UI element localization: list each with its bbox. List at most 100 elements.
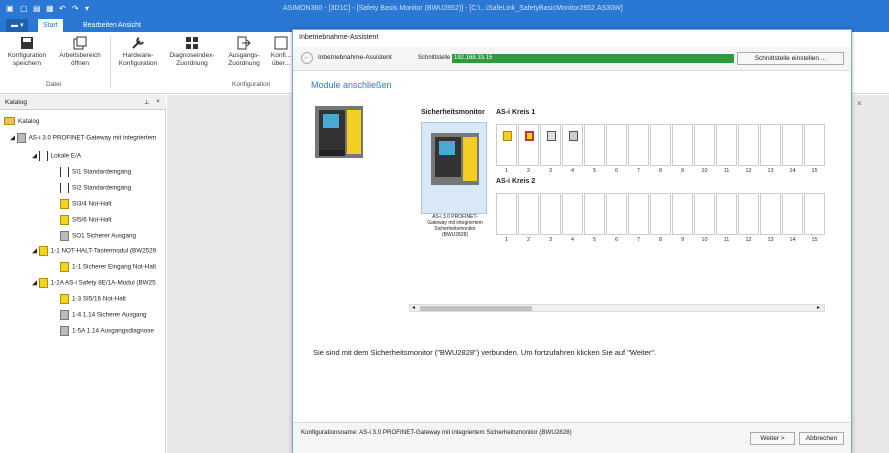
- tab-ansicht[interactable]: Ansicht: [113, 19, 146, 32]
- slot-kreis2-14[interactable]: [782, 193, 803, 235]
- slot-kreis2-11[interactable]: [716, 193, 737, 235]
- transfer-icon: [274, 36, 288, 50]
- switch-icon: [38, 151, 48, 161]
- output-mapping-button[interactable]: Ausgangs-Zuordnung: [222, 36, 266, 68]
- slot-kreis2-7[interactable]: [628, 193, 649, 235]
- slot-kreis1-11[interactable]: [716, 124, 737, 166]
- dialog-footer: Konfigurationsname: AS-i 3.0 PROFINET-Ga…: [293, 422, 851, 453]
- section-heading: Module anschließen: [311, 80, 392, 90]
- redo-icon[interactable]: ↷: [72, 4, 79, 13]
- estop-icon: [525, 131, 534, 141]
- title-bar: ▣ ▢ ▤ ▦ ↶ ↷ ▾ ASIMON360 - [3D1C] - [Safe…: [0, 0, 889, 19]
- interface-field[interactable]: 192.168.33.15: [452, 54, 734, 63]
- slot-number: 8: [658, 237, 663, 243]
- tree-item-si516[interactable]: 1-3 SI5/16 Not-Halt: [60, 294, 126, 305]
- undo-icon[interactable]: ↶: [59, 4, 66, 13]
- slot-kreis2-2[interactable]: [518, 193, 539, 235]
- diagnose-mapping-button[interactable]: Diagnoseindex-Zuordnung: [166, 36, 218, 68]
- slot-kreis2-8[interactable]: [650, 193, 671, 235]
- tree-item-estop-module[interactable]: ◢ 1-1 NOT-HALT-Tastermodul (BW2529: [32, 246, 156, 257]
- monitor-tile[interactable]: [421, 122, 487, 214]
- tree-item-catalog[interactable]: Katalog: [4, 117, 39, 127]
- slot-kreis2-4[interactable]: [562, 193, 583, 235]
- slot-kreis2-10[interactable]: [694, 193, 715, 235]
- tree-item-safe-output[interactable]: 1-4 1.14 Sicherer Ausgang: [60, 310, 147, 321]
- slot-kreis1-9[interactable]: [672, 124, 693, 166]
- slot-kreis1-7[interactable]: [628, 124, 649, 166]
- tree-item-si56[interactable]: SI5/6 Not-Halt: [60, 215, 112, 226]
- app-icon: ▣: [6, 4, 14, 13]
- window-title: ASIMON360 - [3D1C] - [Safety Basis Monit…: [283, 5, 623, 12]
- save-icon[interactable]: ▦: [46, 4, 54, 13]
- config-transfer-button[interactable]: Konfi... über...: [270, 36, 292, 68]
- save-config-button[interactable]: Konfiguration speichern: [4, 36, 50, 68]
- open-workspace-button[interactable]: Arbeitsbereich öffnen: [54, 36, 106, 68]
- export-icon: [237, 36, 251, 50]
- cancel-button[interactable]: Abbrechen: [799, 432, 844, 445]
- monitor-label: Sicherheitsmonitor: [421, 109, 485, 116]
- scroll-left-icon: ◂: [412, 305, 416, 311]
- slot-kreis1-13[interactable]: [760, 124, 781, 166]
- hardware-config-button[interactable]: Hardware-Konfiguration: [114, 36, 162, 68]
- interface-settings-button[interactable]: Schnittstelle einstellen ...: [737, 52, 844, 65]
- slot-number: 1: [504, 237, 509, 243]
- tree-item-so1[interactable]: SO1 Sicherer Ausgang: [60, 231, 136, 242]
- tree-item-si2[interactable]: SI2 Standardeingang: [60, 183, 131, 194]
- slot-number: 8: [658, 168, 663, 174]
- slot-kreis1-5[interactable]: [584, 124, 605, 166]
- dropdown-icon[interactable]: ▾: [85, 4, 89, 13]
- new-icon[interactable]: ▢: [20, 4, 28, 13]
- horizontal-scrollbar[interactable]: ◂ ▸: [409, 304, 825, 312]
- back-icon[interactable]: ←: [301, 52, 313, 64]
- slot-kreis1-6[interactable]: [606, 124, 627, 166]
- slot-kreis1-14[interactable]: [782, 124, 803, 166]
- status-message: Sie sind mit dem Sicherheitsmonitor ("BW…: [313, 348, 657, 357]
- close-icon[interactable]: ×: [156, 98, 160, 105]
- slot-kreis1-10[interactable]: [694, 124, 715, 166]
- slot-kreis1-4[interactable]: [562, 124, 583, 166]
- tab-start[interactable]: Start: [38, 19, 63, 32]
- slot-kreis1-3[interactable]: [540, 124, 561, 166]
- tree-item-safe-input[interactable]: 1-1 Sicherer Eingang Not-Halt: [60, 262, 156, 273]
- slot-kreis2-1[interactable]: [496, 193, 517, 235]
- slot-number: 14: [789, 237, 796, 243]
- slot-number: 7: [636, 237, 641, 243]
- slot-kreis1-1[interactable]: [496, 124, 517, 166]
- slot-number: 11: [723, 237, 730, 243]
- tree-item-si34[interactable]: SI3/4 Not-Halt: [60, 199, 112, 210]
- nav-title: Inbetriebnahme-Assistent: [318, 54, 392, 61]
- slot-kreis1-8[interactable]: [650, 124, 671, 166]
- module-icon: [38, 278, 48, 288]
- slot-kreis1-2[interactable]: [518, 124, 539, 166]
- slot-kreis2-12[interactable]: [738, 193, 759, 235]
- slot-kreis2-6[interactable]: [606, 193, 627, 235]
- file-menu-button[interactable]: ▬ ▾: [6, 19, 29, 32]
- slot-kreis1-15[interactable]: [804, 124, 825, 166]
- slot-kreis2-3[interactable]: [540, 193, 561, 235]
- open-icon[interactable]: ▤: [33, 4, 41, 13]
- slot-kreis2-5[interactable]: [584, 193, 605, 235]
- slot-kreis1-12[interactable]: [738, 124, 759, 166]
- slot-kreis2-9[interactable]: [672, 193, 693, 235]
- slot-number: 3: [548, 168, 553, 174]
- tree-item-safety-module[interactable]: ◢ 1-2A AS-i Safety 8E/1A-Modul (BW25: [32, 278, 156, 289]
- slot-kreis2-13[interactable]: [760, 193, 781, 235]
- slot-number: 7: [636, 168, 641, 174]
- tree-item-local-io[interactable]: ◢ Lokale E/A: [32, 151, 81, 162]
- close-icon[interactable]: ×: [857, 99, 862, 108]
- slot-number: 4: [570, 237, 575, 243]
- output-icon: [60, 231, 69, 241]
- slot-kreis2-15[interactable]: [804, 193, 825, 235]
- slot-number: 10: [701, 168, 708, 174]
- slot-number: 11: [723, 168, 730, 174]
- monitor-caption: AS-i 3.0 PROFINET-Gateway mit integriert…: [427, 214, 483, 238]
- tree-item-output-diag[interactable]: 1-5A 1.14 Ausgangsdiagnose: [60, 326, 154, 337]
- pin-icon[interactable]: ⊥: [144, 98, 150, 106]
- tree-item-gateway[interactable]: ◢ AS-i 3.0 PROFINET-Gateway mit integrie…: [10, 133, 156, 144]
- tree-item-si1[interactable]: SI1 Standardeingang: [60, 167, 131, 178]
- output-icon: [547, 131, 556, 141]
- estop-icon: [60, 215, 69, 225]
- next-button[interactable]: Weiter >: [750, 432, 795, 445]
- scroll-thumb[interactable]: [420, 306, 532, 311]
- floppy-icon: [21, 37, 33, 49]
